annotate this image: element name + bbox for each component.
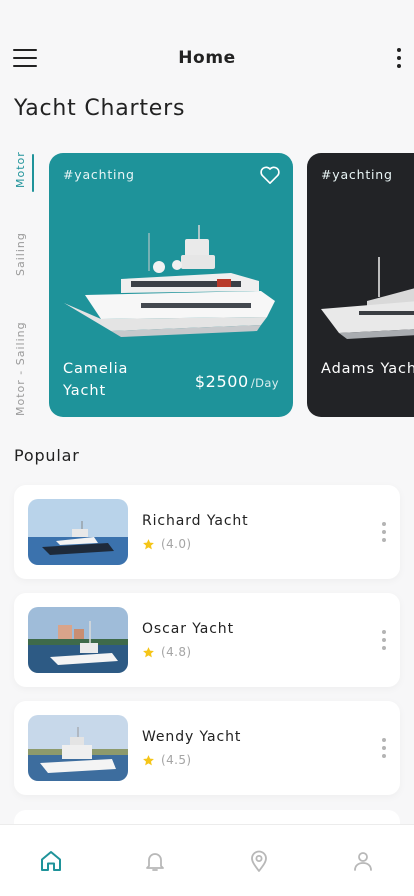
yacht-thumbnail: [28, 499, 128, 565]
card-tag: #yachting: [63, 167, 135, 182]
more-options-icon[interactable]: [381, 630, 387, 650]
star-icon: [143, 538, 154, 549]
user-icon[interactable]: [351, 849, 375, 873]
page-title: Yacht Charters: [14, 96, 186, 121]
tab-sailing-label: Sailing: [14, 232, 27, 276]
tab-sailing[interactable]: Sailing: [6, 226, 42, 278]
item-rating: (4.8): [142, 645, 191, 659]
rating-value: (4.8): [161, 645, 192, 659]
bottom-nav: [0, 824, 414, 896]
price-unit: /Day: [250, 376, 279, 390]
item-rating: (4.0): [142, 537, 191, 551]
more-options-icon[interactable]: [381, 738, 387, 758]
tab-motor-sailing-label: Motor - Sailing: [14, 321, 27, 416]
card-name: Adams Yacht: [321, 361, 414, 377]
category-tabs: Motor Sailing Motor - Sailing: [6, 150, 42, 420]
star-icon: [143, 646, 154, 657]
bell-icon[interactable]: [143, 849, 167, 873]
yacht-image: [64, 225, 275, 337]
tab-motor[interactable]: Motor: [6, 150, 42, 194]
yacht-image: [321, 257, 414, 339]
card-tag: #yachting: [321, 167, 393, 182]
item-name: Wendy Yacht: [142, 729, 242, 745]
price-amount: $2500: [194, 372, 249, 391]
more-options-icon[interactable]: [381, 522, 387, 542]
card-price: $2500/Day: [195, 372, 279, 391]
featured-card[interactable]: #yachting Camelia Yacht $2500/Day: [49, 153, 293, 417]
popular-title: Popular: [14, 446, 80, 465]
card-name: Camelia Yacht: [63, 361, 129, 399]
rating-value: (4.0): [161, 537, 192, 551]
tab-motor-label: Motor: [14, 151, 27, 188]
featured-carousel[interactable]: #yachting Camelia Yacht $2500/Day #yacht…: [49, 153, 414, 417]
yacht-thumbnail: [28, 715, 128, 781]
item-rating: (4.5): [142, 753, 191, 767]
list-item[interactable]: Wendy Yacht (4.5): [14, 701, 400, 795]
item-name: Oscar Yacht: [142, 621, 234, 637]
featured-card[interactable]: #yachting Adams Yacht: [307, 153, 414, 417]
item-name: Richard Yacht: [142, 513, 249, 529]
header-title: Home: [178, 48, 236, 68]
home-icon[interactable]: [39, 849, 63, 873]
location-pin-icon[interactable]: [247, 849, 271, 873]
tab-motor-sailing[interactable]: Motor - Sailing: [6, 310, 42, 420]
top-bar: Home: [0, 44, 414, 72]
yacht-thumbnail: [28, 607, 128, 673]
more-options-icon[interactable]: [395, 48, 403, 70]
heart-icon[interactable]: [259, 165, 281, 185]
list-item[interactable]: Oscar Yacht (4.8): [14, 593, 400, 687]
star-icon: [143, 754, 154, 765]
list-item[interactable]: Richard Yacht (4.0): [14, 485, 400, 579]
rating-value: (4.5): [161, 753, 192, 767]
